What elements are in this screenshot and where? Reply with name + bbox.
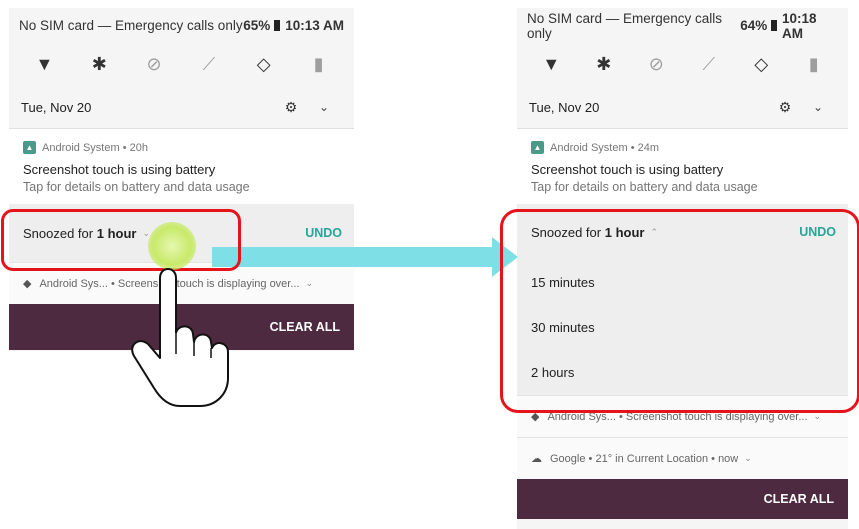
clock: 10:18 AM bbox=[781, 10, 817, 41]
expand-icon[interactable]: ⌄ bbox=[306, 100, 342, 114]
mini-app: Android Sys... bbox=[39, 277, 108, 290]
auto-rotate-icon[interactable]: ◇ bbox=[749, 53, 773, 77]
android-system-icon: ▲ bbox=[23, 141, 36, 154]
flashlight-icon[interactable]: ⟋ bbox=[197, 53, 221, 77]
chevron-down-icon[interactable]: ⌄ bbox=[306, 278, 314, 289]
cloud-icon: ☁ bbox=[531, 453, 542, 465]
notification-age: 20h bbox=[129, 141, 148, 154]
google-text: 21° in Current Location bbox=[595, 452, 709, 465]
notification-app: Android System bbox=[42, 141, 120, 154]
chevron-down-icon[interactable]: ⌄ bbox=[744, 453, 752, 464]
layers-icon: ◆ bbox=[23, 278, 32, 290]
quick-settings-row: ▼ ✱ ⊘ ⟋ ◇ ▮ bbox=[9, 43, 354, 86]
google-app: Google bbox=[550, 452, 586, 465]
battery-saver-icon[interactable]: ▮ bbox=[802, 53, 826, 77]
quick-settings-row: ▼ ✱ ⊘ ⟋ ◇ ▮ bbox=[517, 43, 848, 86]
date-label: Tue, Nov 20 bbox=[21, 99, 92, 115]
highlight-box-right bbox=[500, 209, 859, 413]
battery-percent: 64% bbox=[740, 18, 768, 33]
notification-title: Screenshot touch is using battery bbox=[23, 162, 216, 177]
dnd-icon[interactable]: ⊘ bbox=[142, 53, 166, 77]
battery-percent: 65% bbox=[243, 18, 271, 33]
date-row: Tue, Nov 20 ⚙ ⌄ bbox=[9, 86, 354, 128]
clear-all-button[interactable]: CLEAR ALL bbox=[270, 320, 340, 334]
wifi-icon[interactable]: ▼ bbox=[539, 53, 563, 77]
wifi-icon[interactable]: ▼ bbox=[32, 53, 56, 77]
date-label: Tue, Nov 20 bbox=[529, 99, 600, 115]
settings-icon[interactable]: ⚙ bbox=[770, 99, 800, 116]
notification-text: Tap for details on battery and data usag… bbox=[531, 180, 758, 194]
google-notification[interactable]: ☁ Google • 21° in Current Location • now… bbox=[517, 437, 848, 479]
bluetooth-icon[interactable]: ✱ bbox=[87, 53, 111, 77]
date-row: Tue, Nov 20 ⚙ ⌄ bbox=[517, 86, 848, 128]
expand-icon[interactable]: ⌄ bbox=[800, 100, 836, 114]
settings-icon[interactable]: ⚙ bbox=[276, 99, 306, 116]
status-bar: No SIM card — Emergency calls only 64% 1… bbox=[517, 8, 848, 43]
battery-icon bbox=[274, 20, 281, 31]
clear-all-bar: CLEAR ALL bbox=[517, 479, 848, 519]
carrier-text: No SIM card — Emergency calls only bbox=[19, 18, 243, 33]
android-system-icon: ▲ bbox=[531, 141, 544, 154]
notification-text: Tap for details on battery and data usag… bbox=[23, 180, 250, 194]
clear-all-button[interactable]: CLEAR ALL bbox=[764, 492, 834, 506]
battery-notification[interactable]: ▲ Android System • 20h Screenshot touch … bbox=[9, 128, 354, 204]
carrier-text: No SIM card — Emergency calls only bbox=[527, 10, 723, 41]
status-bar: No SIM card — Emergency calls only 65% 1… bbox=[9, 8, 354, 43]
battery-saver-icon[interactable]: ▮ bbox=[307, 53, 331, 77]
bluetooth-icon[interactable]: ✱ bbox=[592, 53, 616, 77]
arrow-icon bbox=[212, 247, 492, 267]
hand-pointer-icon bbox=[131, 268, 229, 407]
notification-app: Android System bbox=[550, 141, 628, 154]
google-age: now bbox=[718, 452, 739, 465]
auto-rotate-icon[interactable]: ◇ bbox=[252, 53, 276, 77]
battery-icon bbox=[771, 20, 777, 31]
dnd-icon[interactable]: ⊘ bbox=[644, 53, 668, 77]
notification-title: Screenshot touch is using battery bbox=[531, 162, 724, 177]
notification-age: 24m bbox=[637, 141, 660, 154]
flashlight-icon[interactable]: ⟋ bbox=[697, 53, 721, 77]
battery-notification[interactable]: ▲ Android System • 24m Screenshot touch … bbox=[517, 128, 848, 204]
undo-button[interactable]: UNDO bbox=[305, 226, 342, 240]
clock: 10:13 AM bbox=[285, 18, 344, 33]
